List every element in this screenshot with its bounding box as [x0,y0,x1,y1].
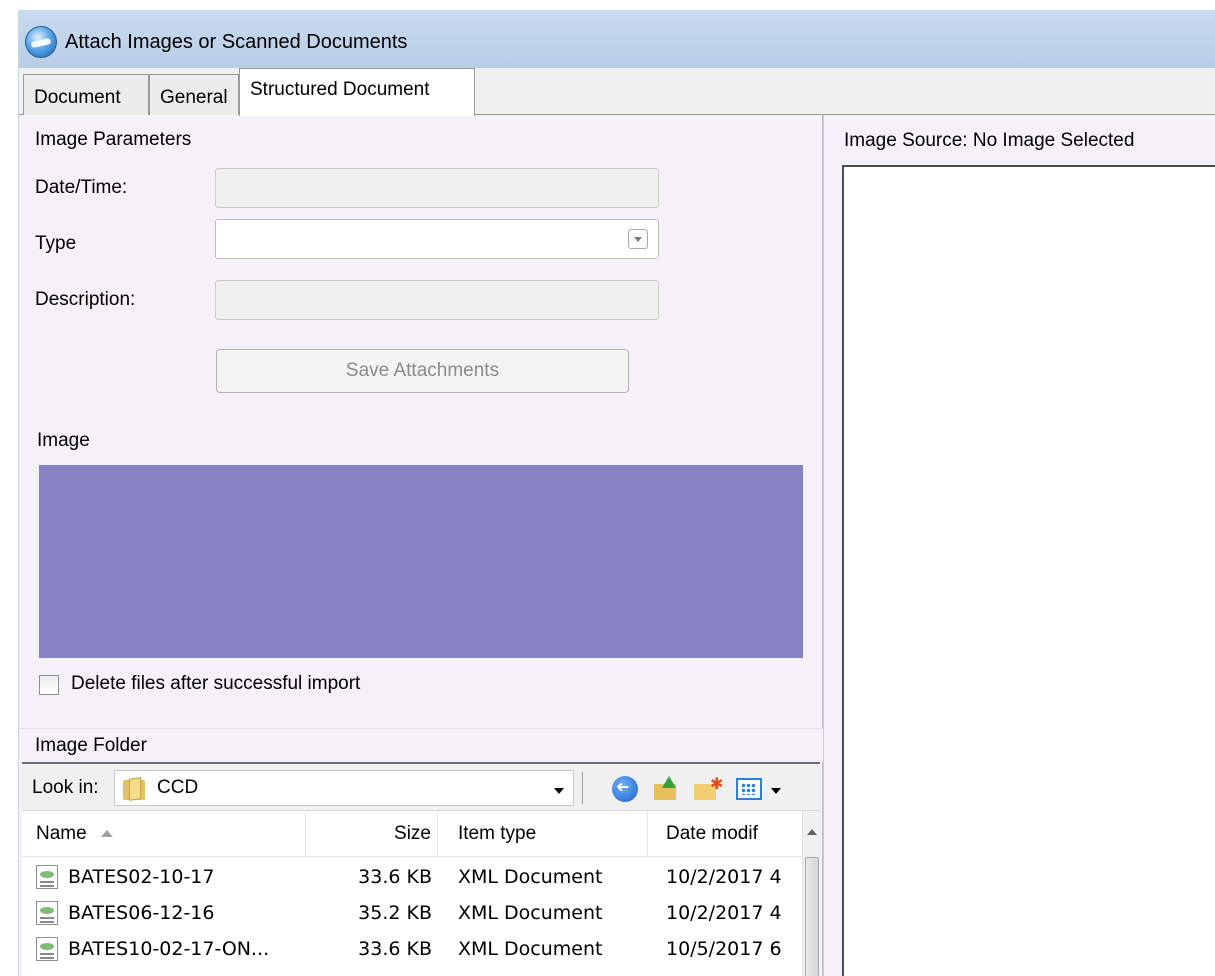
title-bar[interactable]: Attach Images or Scanned Documents [19,10,1215,68]
file-size: 33.6 KB [358,938,432,960]
xml-document-icon [36,937,58,961]
file-date: 10/5/2017 6 [666,938,782,960]
file-row[interactable]: BATES10-02-17-ON... 33.6 KB XML Document… [22,931,802,967]
folder-icon [123,777,145,801]
left-pane: Image Parameters Date/Time: Type Descrip… [19,115,823,976]
right-pane: Image Source: No Image Selected [823,115,1215,976]
image-preview [39,465,803,658]
description-label: Description: [35,289,136,310]
attach-images-window: Attach Images or Scanned Documents Docum… [18,10,1215,976]
file-row[interactable]: BATES06-12-16 35.2 KB XML Document 10/2/… [22,895,802,931]
file-type: XML Document [458,938,603,960]
file-name: BATES06-12-16 [68,902,215,924]
column-header-size[interactable]: Size [306,811,438,857]
view-menu-icon[interactable] [736,778,762,800]
file-row[interactable]: BATES02-10-17 33.6 KB XML Document 10/2/… [22,859,802,895]
date-time-label: Date/Time: [35,177,128,198]
chevron-down-icon[interactable] [771,788,781,794]
file-date: 10/2/2017 4 [666,866,782,888]
image-source-viewer [842,165,1215,976]
column-header-date-modified[interactable]: Date modif [648,811,802,857]
look-in-dropdown[interactable]: CCD [114,770,574,806]
app-icon [25,26,57,58]
toolbar-separator [582,772,583,804]
up-folder-icon[interactable] [654,776,680,802]
xml-document-icon [36,901,58,925]
new-folder-icon[interactable]: ✱ [694,776,723,802]
file-type: XML Document [458,866,603,888]
file-type: XML Document [458,902,603,924]
image-folder-label: Image Folder [35,735,147,756]
scroll-up-icon[interactable] [807,829,817,835]
save-attachments-button[interactable]: Save Attachments [216,349,629,393]
tab-strip: Document General Structured Document [19,68,1215,116]
column-name-label: Name [36,823,87,844]
file-list-header: Name Size Item type Date modif [22,811,802,857]
file-size: 33.6 KB [358,866,432,888]
file-name: BATES02-10-17 [68,866,215,888]
tab-structured-document[interactable]: Structured Document [239,68,475,116]
delete-files-checkbox[interactable] [39,675,59,695]
back-icon[interactable] [612,776,638,802]
file-list: Name Size Item type Date modif BATES02-1… [22,810,820,976]
delete-files-label: Delete files after successful import [71,673,361,694]
column-header-name[interactable]: Name [22,811,306,857]
look-in-label: Look in: [32,777,99,798]
tab-document[interactable]: Document [23,74,149,115]
type-label: Type [35,233,77,254]
file-name: BATES10-02-17-ON... [68,938,270,960]
chevron-down-icon[interactable] [628,229,648,249]
look-in-toolbar: Look in: CCD ✱ [22,762,820,810]
chevron-down-icon[interactable] [554,788,564,794]
image-parameters-label: Image Parameters [35,129,192,150]
window-title: Attach Images or Scanned Documents [65,31,408,53]
image-folder-header: Image Folder [19,728,823,762]
type-dropdown[interactable] [215,219,659,259]
scroll-thumb[interactable] [805,857,819,976]
xml-document-icon [36,865,58,889]
sort-ascending-icon [100,830,113,838]
column-header-item-type[interactable]: Item type [438,811,648,857]
tab-general[interactable]: General [149,74,239,115]
file-size: 35.2 KB [358,902,432,924]
date-time-field[interactable] [215,168,659,208]
file-list-scrollbar[interactable] [802,811,820,976]
description-field[interactable] [215,280,659,320]
file-date: 10/2/2017 4 [666,902,782,924]
look-in-value: CCD [157,777,199,798]
image-source-label: Image Source: No Image Selected [844,130,1135,151]
image-label: Image [37,430,90,451]
